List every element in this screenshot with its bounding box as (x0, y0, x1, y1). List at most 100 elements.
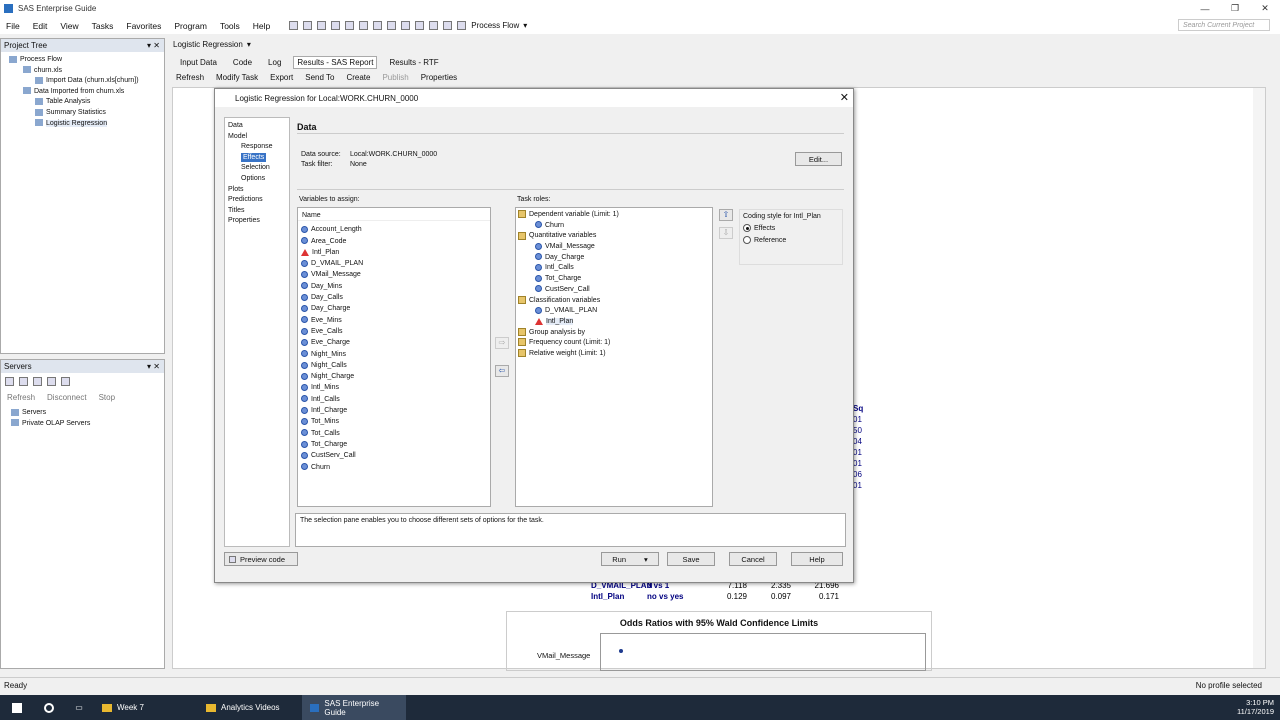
task-view-button[interactable]: ▭ (64, 695, 94, 720)
tab-results-sas-report[interactable]: Results - SAS Report (293, 55, 378, 69)
list-item[interactable]: Tot_Calls (298, 428, 490, 439)
tree-item-import-data[interactable]: Import Data (churn.xls[churn]) (9, 76, 164, 87)
properties-button[interactable]: Properties (421, 73, 457, 82)
servers-stop-button[interactable]: Stop (99, 393, 115, 402)
list-item[interactable]: Intl_Calls (516, 263, 712, 274)
list-item[interactable]: Intl_Calls (298, 394, 490, 405)
list-item[interactable]: Intl_Plan (298, 247, 490, 258)
role-frequency[interactable]: Frequency count (Limit: 1) (516, 338, 712, 349)
new-icon[interactable] (289, 21, 299, 30)
radio-reference[interactable]: Reference (743, 236, 839, 244)
nav-data[interactable]: Data (228, 121, 286, 132)
tab-log[interactable]: Log (264, 56, 285, 69)
menu-file[interactable]: File (6, 21, 20, 31)
process-flow-button[interactable]: Process Flow (471, 21, 519, 30)
list-item[interactable]: Night_Charge (298, 371, 490, 382)
open-icon[interactable] (303, 21, 313, 30)
menu-view[interactable]: View (60, 21, 78, 31)
list-item[interactable]: Eve_Charge (298, 337, 490, 348)
menu-favorites[interactable]: Favorites (126, 21, 161, 31)
search-input[interactable]: Search Current Project (1178, 19, 1270, 31)
list-item[interactable]: Tot_Charge (516, 274, 712, 285)
role-quantitative[interactable]: Quantitative variables (516, 231, 712, 242)
clock[interactable]: 3:10 PM 11/17/2019 (1237, 698, 1274, 716)
tree-item-table-analysis[interactable]: Table Analysis (9, 97, 164, 108)
folder-icon[interactable] (19, 377, 28, 386)
list-item[interactable]: Intl_Plan (516, 317, 712, 328)
taskbar-item-sas[interactable]: SAS Enterprise Guide (302, 695, 406, 720)
cut-icon[interactable] (359, 21, 369, 30)
nav-properties[interactable]: Properties (228, 216, 286, 227)
refresh-icon[interactable] (47, 377, 56, 386)
list-item[interactable]: CustServ_Call (516, 285, 712, 296)
report-scrollbar[interactable] (1253, 88, 1265, 668)
move-up-button[interactable]: ⇧ (719, 209, 733, 221)
view-icon[interactable] (33, 377, 42, 386)
nav-options[interactable]: Options (228, 174, 286, 185)
copy-icon[interactable] (373, 21, 383, 30)
print-icon[interactable] (345, 21, 355, 30)
taskbar-item-week7[interactable]: Week 7 (94, 695, 198, 720)
tree-item-data-imported[interactable]: Data Imported from churn.xls (9, 87, 164, 98)
run-button[interactable]: Run ▾ (601, 552, 659, 566)
nav-plots[interactable]: Plots (228, 185, 286, 196)
nav-selection[interactable]: Selection (228, 163, 286, 174)
nav-predictions[interactable]: Predictions (228, 195, 286, 206)
tree-item-summary-statistics[interactable]: Summary Statistics (9, 108, 164, 119)
send-to-button[interactable]: Send To (305, 73, 334, 82)
list-item[interactable]: Night_Calls (298, 360, 490, 371)
maximize-button[interactable]: ❐ (1220, 0, 1250, 17)
nav-effects[interactable]: Effects (241, 152, 267, 162)
tree-item-churn-xls[interactable]: churn.xls (9, 66, 164, 77)
tree-item-process-flow[interactable]: Process Flow (9, 55, 164, 66)
nav-titles[interactable]: Titles (228, 206, 286, 217)
list-item[interactable]: VMail_Message (516, 242, 712, 253)
search-taskbar-button[interactable] (34, 695, 64, 720)
list-item[interactable]: VMail_Message (298, 269, 490, 280)
menu-edit[interactable]: Edit (33, 21, 48, 31)
role-dependent[interactable]: Dependent variable (Limit: 1) (516, 210, 712, 221)
list-item[interactable]: Churn (516, 221, 712, 232)
list-item[interactable]: Tot_Charge (298, 439, 490, 450)
list-item[interactable]: CustServ_Call (298, 450, 490, 461)
list-item[interactable]: Tot_Mins (298, 416, 490, 427)
role-classification[interactable]: Classification variables (516, 295, 712, 307)
tab-logistic-regression[interactable]: Logistic Regression (173, 40, 243, 49)
menu-tasks[interactable]: Tasks (92, 21, 114, 31)
taskbar-item-analytics[interactable]: Analytics Videos (198, 695, 302, 720)
list-item[interactable]: Intl_Charge (298, 405, 490, 416)
panel-close-icon[interactable]: ▾ ✕ (147, 41, 160, 50)
tree-item-logistic-regression[interactable]: Logistic Regression (9, 119, 164, 130)
list-item[interactable]: Eve_Mins (298, 315, 490, 326)
modify-task-button[interactable]: Modify Task (216, 73, 258, 82)
role-weight[interactable]: Relative weight (Limit: 1) (516, 349, 712, 360)
undo-icon[interactable] (415, 21, 425, 30)
save-icon[interactable] (317, 21, 327, 30)
list-item[interactable]: Day_Mins (298, 281, 490, 292)
list-item[interactable]: Account_Length (298, 224, 490, 235)
refresh-button[interactable]: Refresh (176, 73, 204, 82)
chevron-down-icon[interactable]: ▾ (247, 40, 251, 49)
cancel-button[interactable]: Cancel (729, 552, 777, 566)
list-item[interactable]: Intl_Mins (298, 382, 490, 393)
tab-input-data[interactable]: Input Data (176, 56, 221, 69)
save-button[interactable]: Save (667, 552, 715, 566)
menu-tools[interactable]: Tools (220, 21, 240, 31)
list-item[interactable]: Day_Calls (298, 292, 490, 303)
delete-icon[interactable] (401, 21, 411, 30)
move-down-button[interactable]: ⇩ (719, 227, 733, 239)
list-item[interactable]: Eve_Calls (298, 326, 490, 337)
dialog-close-button[interactable]: ✕ (840, 91, 849, 104)
profile-status[interactable]: No profile selected (1196, 681, 1262, 690)
help-button[interactable]: Help (791, 552, 843, 566)
edit-button[interactable]: Edit... (795, 152, 842, 166)
list-item[interactable]: Churn (298, 462, 490, 473)
window-icon[interactable] (443, 21, 453, 30)
redo-icon[interactable] (429, 21, 439, 30)
chevron-down-icon[interactable]: ▾ (523, 21, 527, 30)
chevron-down-icon[interactable]: ▾ (644, 555, 648, 564)
list-item[interactable]: Night_Mins (298, 349, 490, 360)
tree-item-servers[interactable]: Servers (11, 408, 164, 419)
panel-close-icon[interactable]: ▾ ✕ (147, 362, 160, 371)
role-group[interactable]: Group analysis by (516, 327, 712, 339)
